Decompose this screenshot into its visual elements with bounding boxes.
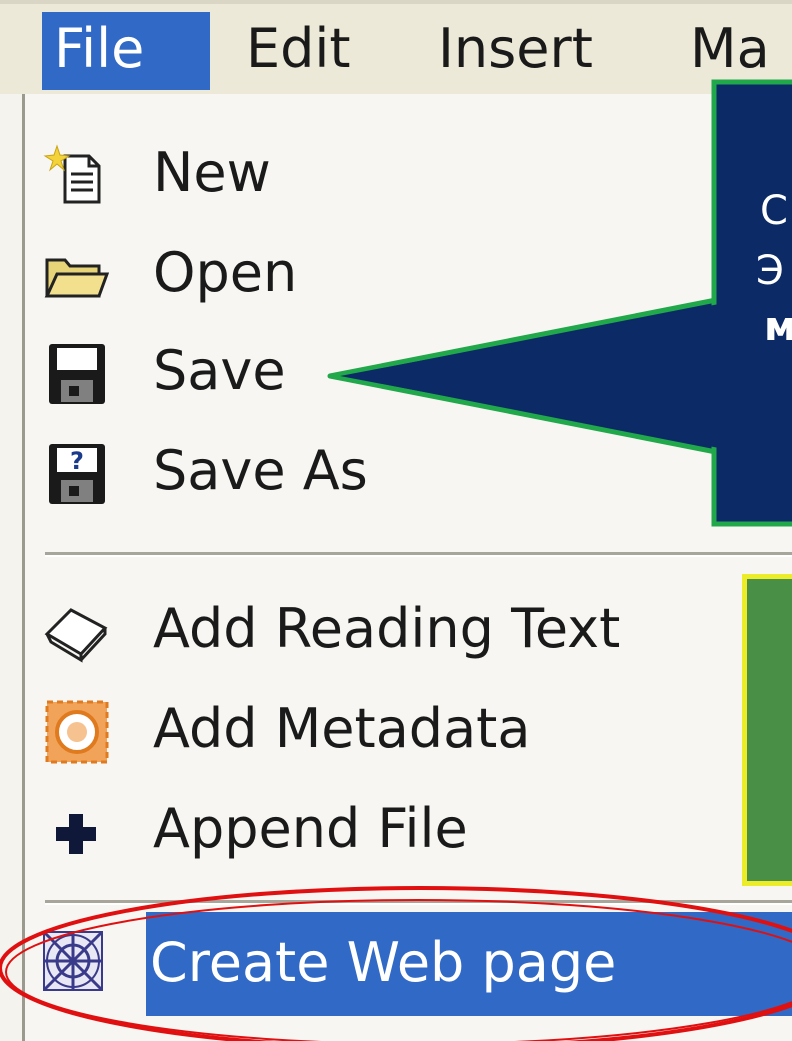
menu-item-open[interactable]: Open [25,232,792,318]
file-menu-dropdown: New Open Save ? Save As Add Reading Text… [22,94,792,1041]
screenshot-frame: File Edit Insert Ma New Open Save ? Save… [0,0,792,1041]
book-icon [44,608,108,663]
menu-item-label: Create Web page [150,931,617,994]
menu-item-label: New [153,141,271,204]
menu-item-create-web-page[interactable]: Create Web page [22,912,792,1016]
save-as-icon: ? [49,444,105,504]
menu-item-save[interactable]: Save [25,330,792,416]
menu-separator [45,552,792,557]
web-page-icon [42,930,104,992]
menu-item-label: Add Metadata [153,697,531,760]
new-document-icon [43,144,101,204]
menu-separator [45,900,792,905]
menu-item-label: Append File [153,797,468,860]
menu-item-label: Open [153,241,298,304]
open-folder-icon [44,258,109,298]
menu-item-add-metadata[interactable]: Add Metadata [25,688,792,774]
menu-item-label: Save [153,339,286,402]
menu-edit[interactable]: Edit [246,12,351,90]
svg-text:?: ? [70,447,84,475]
menu-file[interactable]: File [42,12,210,90]
floppy-disk-icon [49,344,105,404]
menu-partial-ma[interactable]: Ma [690,12,770,90]
menu-insert[interactable]: Insert [438,12,593,90]
menu-item-add-reading-text[interactable]: Add Reading Text [25,588,792,674]
metadata-icon [45,700,109,764]
menu-bar: File Edit Insert Ma [0,0,792,94]
menu-item-append-file[interactable]: Append File [25,788,792,874]
menu-item-save-as[interactable]: ? Save As [25,430,792,516]
menu-item-label: Save As [153,439,368,502]
plus-icon [56,814,96,854]
menu-item-new[interactable]: New [25,132,792,218]
menu-item-label: Add Reading Text [153,597,621,660]
